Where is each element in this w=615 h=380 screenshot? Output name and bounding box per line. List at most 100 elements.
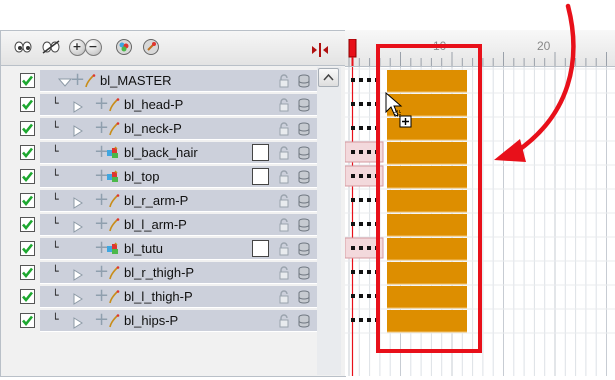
layer-stack-icon[interactable] [298, 121, 310, 136]
layer-row[interactable]: └ + bl_l_thigh-P [4, 285, 318, 308]
layer-row[interactable]: └ + bl_hips-P [4, 309, 318, 332]
frame-dot [359, 102, 363, 106]
layer-row[interactable]: └ + bl_head-P [4, 93, 318, 116]
peg-icon [108, 193, 120, 208]
lock-icon[interactable] [278, 241, 290, 256]
lock-icon[interactable] [278, 313, 290, 328]
tree-branch-icon: └ [52, 121, 59, 134]
layer-row[interactable]: └ + bl_l_arm-P [4, 213, 318, 236]
expand-triangle-icon[interactable] [73, 290, 83, 305]
frame-dot [367, 78, 371, 82]
expand-triangle-icon[interactable] [73, 194, 83, 209]
layer-row[interactable]: └ + bl_back_hair [4, 141, 318, 164]
layer-enable-checkbox[interactable] [20, 241, 35, 256]
frame-dot [351, 222, 355, 226]
hide-all-icon[interactable] [41, 37, 61, 57]
frame-dot [351, 78, 355, 82]
layer-enable-checkbox[interactable] [20, 289, 35, 304]
layer-name-cell[interactable]: └ + bl_hips-P [40, 309, 240, 332]
frame-dot [359, 198, 363, 202]
layer-stack-icon[interactable] [298, 289, 310, 304]
playhead-marker[interactable] [348, 39, 358, 66]
frame-dot [351, 150, 355, 154]
expand-triangle-icon[interactable] [73, 314, 83, 329]
lock-icon[interactable] [278, 97, 290, 112]
layer-color-swatch[interactable] [252, 168, 269, 185]
layer-name: bl_hips-P [124, 313, 179, 328]
layer-stack-icon[interactable] [298, 73, 310, 88]
layer-name: bl_top [124, 169, 160, 184]
layer-stack-icon[interactable] [298, 313, 310, 328]
layer-name: bl_MASTER [100, 73, 172, 88]
lock-icon[interactable] [278, 265, 290, 280]
layer-name-cell[interactable]: └ + bl_r_arm-P [40, 189, 240, 212]
scroll-up-button[interactable] [318, 68, 339, 87]
layer-name-cell[interactable]: └ + bl_back_hair [40, 141, 240, 164]
layer-stack-icon[interactable] [298, 97, 310, 112]
layer-stack-icon[interactable] [298, 193, 310, 208]
layer-stack-icon[interactable] [298, 265, 310, 280]
layer-enable-checkbox[interactable] [20, 121, 35, 136]
lock-icon[interactable] [278, 121, 290, 136]
layer-row[interactable]: └ + bl_tutu [4, 237, 318, 260]
layer-name-cell[interactable]: └ + bl_l_arm-P [40, 213, 240, 236]
frame-dot [351, 198, 355, 202]
layer-name-cell[interactable]: + bl_MASTER [40, 69, 240, 92]
layer-name-cell[interactable]: └ + bl_tutu [40, 237, 240, 260]
expand-triangle-icon[interactable] [73, 122, 83, 137]
tree-branch-icon: └ [52, 241, 59, 254]
collapse-all-icon[interactable]: − [83, 37, 103, 57]
layer-enable-checkbox[interactable] [20, 193, 35, 208]
layer-enable-checkbox[interactable] [20, 313, 35, 328]
collapse-triangle-icon[interactable] [57, 74, 73, 87]
layer-name: bl_r_arm-P [124, 193, 189, 208]
layer-enable-checkbox[interactable] [20, 217, 35, 232]
tree-branch-icon: └ [52, 145, 59, 158]
frame-dot [367, 198, 371, 202]
layer-row[interactable]: └ + bl_neck-P [4, 117, 318, 140]
expand-triangle-icon[interactable] [73, 98, 83, 113]
add-drawing-layer-icon[interactable] [114, 37, 134, 57]
layer-enable-checkbox[interactable] [20, 97, 35, 112]
layer-stack-icon[interactable] [298, 241, 310, 256]
layer-stack-icon[interactable] [298, 169, 310, 184]
layer-name-cell[interactable]: └ + bl_r_thigh-P [40, 261, 240, 284]
red-arrow-annotation [494, 3, 576, 162]
frame-dot [359, 150, 363, 154]
expand-triangle-icon[interactable] [73, 218, 83, 233]
layer-name-cell[interactable]: └ + bl_l_thigh-P [40, 285, 240, 308]
layer-row[interactable]: └ + bl_top [4, 165, 318, 188]
lock-icon[interactable] [278, 217, 290, 232]
show-all-icon[interactable] [13, 37, 33, 57]
expand-triangle-icon[interactable] [73, 266, 83, 281]
layer-options-cell [240, 142, 318, 164]
vertical-scrollbar[interactable] [317, 67, 341, 375]
drawing-layer-icon [106, 145, 120, 159]
frame-dot [367, 222, 371, 226]
layer-name-cell[interactable]: └ + bl_head-P [40, 93, 240, 116]
layer-color-swatch[interactable] [252, 144, 269, 161]
layer-row[interactable]: └ + bl_r_arm-P [4, 189, 318, 212]
lock-icon[interactable] [278, 169, 290, 184]
layer-row[interactable]: └ + bl_r_thigh-P [4, 261, 318, 284]
peg-icon [108, 97, 120, 112]
layer-color-swatch[interactable] [252, 240, 269, 257]
layer-enable-checkbox[interactable] [20, 73, 35, 88]
add-peg-layer-icon[interactable] [141, 37, 161, 57]
layer-stack-icon[interactable] [298, 217, 310, 232]
lock-icon[interactable] [278, 289, 290, 304]
split-handle-icon[interactable] [310, 42, 330, 58]
layer-enable-checkbox[interactable] [20, 145, 35, 160]
layer-stack-icon[interactable] [298, 145, 310, 160]
frame-dot [367, 318, 371, 322]
lock-icon[interactable] [278, 145, 290, 160]
lock-icon[interactable] [278, 193, 290, 208]
drawing-layer-icon [106, 169, 120, 183]
layer-enable-checkbox[interactable] [20, 265, 35, 280]
layer-enable-checkbox[interactable] [20, 169, 35, 184]
layer-name-cell[interactable]: └ + bl_top [40, 165, 240, 188]
layer-name-cell[interactable]: └ + bl_neck-P [40, 117, 240, 140]
lock-icon[interactable] [278, 73, 290, 88]
layer-options-cell [240, 118, 318, 140]
layer-row[interactable]: + bl_MASTER [4, 69, 318, 92]
